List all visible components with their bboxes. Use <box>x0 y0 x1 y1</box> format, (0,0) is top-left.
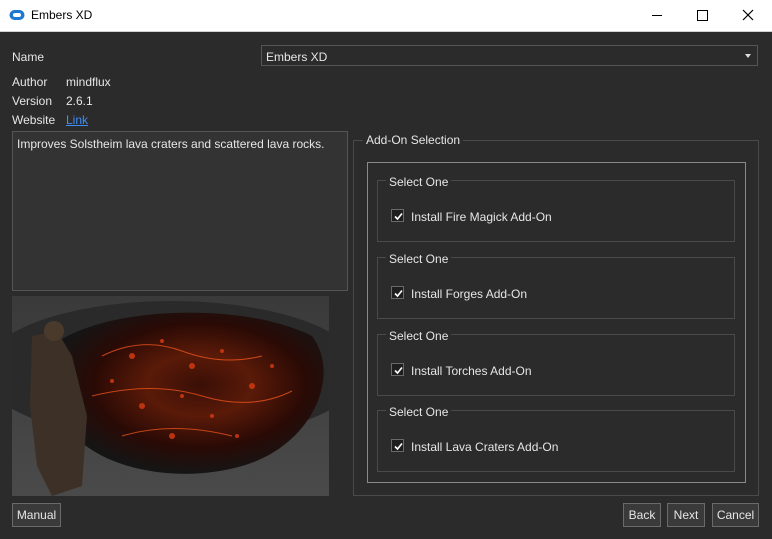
description-box[interactable]: Improves Solstheim lava craters and scat… <box>12 131 348 291</box>
version-value: 2.6.1 <box>66 94 93 108</box>
close-icon <box>742 9 754 21</box>
name-dropdown[interactable]: Embers XD <box>261 45 758 66</box>
checkmark-icon <box>394 366 403 375</box>
window-title: Embers XD <box>31 8 93 22</box>
next-button[interactable]: Next <box>667 503 705 527</box>
author-value: mindflux <box>66 75 111 89</box>
minimize-icon <box>652 15 662 16</box>
maximize-button[interactable] <box>680 0 726 31</box>
title-bar: Embers XD <box>0 0 772 32</box>
manual-button[interactable]: Manual <box>12 503 61 527</box>
torches-label[interactable]: Install Torches Add-On <box>411 364 532 378</box>
group-title: Select One <box>386 252 452 266</box>
addon-selection-title: Add-On Selection <box>363 133 464 147</box>
cloud-app-icon <box>9 10 25 20</box>
checkmark-icon <box>394 442 403 451</box>
group-title: Select One <box>386 175 452 189</box>
back-button[interactable]: Back <box>623 503 661 527</box>
website-label: Website <box>12 113 56 127</box>
author-label: Author <box>12 75 48 89</box>
forges-checkbox[interactable] <box>391 286 404 299</box>
forges-label[interactable]: Install Forges Add-On <box>411 287 527 301</box>
minimize-button[interactable] <box>634 0 680 31</box>
torches-checkbox[interactable] <box>391 363 404 376</box>
lava-craters-label[interactable]: Install Lava Craters Add-On <box>411 440 558 454</box>
name-label: Name <box>12 50 45 64</box>
fire-magick-label[interactable]: Install Fire Magick Add-On <box>411 210 552 224</box>
maximize-icon <box>697 10 708 21</box>
chevron-down-icon <box>745 54 751 58</box>
preview-image <box>12 296 329 496</box>
group-title: Select One <box>386 405 452 419</box>
name-dropdown-value: Embers XD <box>266 50 328 64</box>
website-link[interactable]: Link <box>66 113 88 127</box>
group-title: Select One <box>386 329 452 343</box>
checkmark-icon <box>394 289 403 298</box>
version-label: Version <box>12 94 53 108</box>
close-button[interactable] <box>726 0 772 31</box>
fire-magick-checkbox[interactable] <box>391 209 404 222</box>
cancel-button[interactable]: Cancel <box>712 503 759 527</box>
lava-craters-checkbox[interactable] <box>391 439 404 452</box>
description-text: Improves Solstheim lava craters and scat… <box>17 137 325 151</box>
checkmark-icon <box>394 212 403 221</box>
